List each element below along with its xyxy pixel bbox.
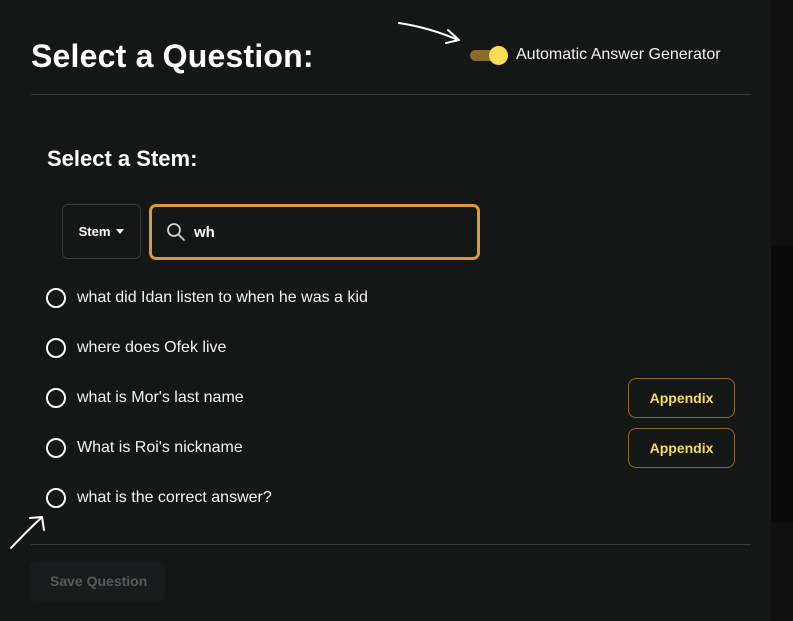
page-title: Select a Question: <box>31 38 314 74</box>
question-editor-page: Select a Question: Automatic Answer Gene… <box>0 0 793 621</box>
save-question-button[interactable]: Save Question <box>30 561 165 601</box>
question-option[interactable]: What is Roi's nickname Appendix <box>46 423 746 473</box>
question-text: What is Roi's nickname <box>77 439 243 456</box>
footer-divider <box>31 544 751 545</box>
auto-answer-toggle-label: Automatic Answer Generator <box>516 46 721 63</box>
auto-answer-toggle[interactable] <box>470 46 508 65</box>
radio-button[interactable] <box>46 388 66 408</box>
question-option[interactable]: what did Idan listen to when he was a ki… <box>46 273 746 323</box>
question-text: what is Mor's last name <box>77 389 244 406</box>
question-option[interactable]: what is the correct answer? <box>46 473 746 523</box>
toggle-thumb <box>489 46 508 65</box>
appendix-button[interactable]: Appendix <box>628 428 735 468</box>
auto-answer-toggle-group: Automatic Answer Generator <box>470 46 721 65</box>
search-icon <box>167 223 185 241</box>
stem-filter-selected: Stem <box>78 224 111 239</box>
radio-button[interactable] <box>46 288 66 308</box>
question-text: what did Idan listen to when he was a ki… <box>77 289 368 306</box>
question-list: what did Idan listen to when he was a ki… <box>46 273 746 523</box>
appendix-button[interactable]: Appendix <box>628 378 735 418</box>
annotation-arrow-icon <box>398 22 460 44</box>
question-text: where does Ofek live <box>77 339 227 356</box>
question-text: what is the correct answer? <box>77 489 272 506</box>
radio-button[interactable] <box>46 488 66 508</box>
question-option[interactable]: where does Ofek live <box>46 323 746 373</box>
section-title: Select a Stem: <box>47 146 198 171</box>
stem-search-box <box>149 204 480 260</box>
header-divider <box>31 94 751 95</box>
question-option[interactable]: what is Mor's last name Appendix <box>46 373 746 423</box>
stem-filter-dropdown[interactable]: Stem <box>62 204 141 259</box>
radio-button[interactable] <box>46 438 66 458</box>
scroll-region <box>771 246 793 522</box>
annotation-arrow-icon <box>10 516 45 549</box>
radio-button[interactable] <box>46 338 66 358</box>
stem-search-input[interactable] <box>194 223 454 241</box>
chevron-down-icon <box>116 229 125 234</box>
